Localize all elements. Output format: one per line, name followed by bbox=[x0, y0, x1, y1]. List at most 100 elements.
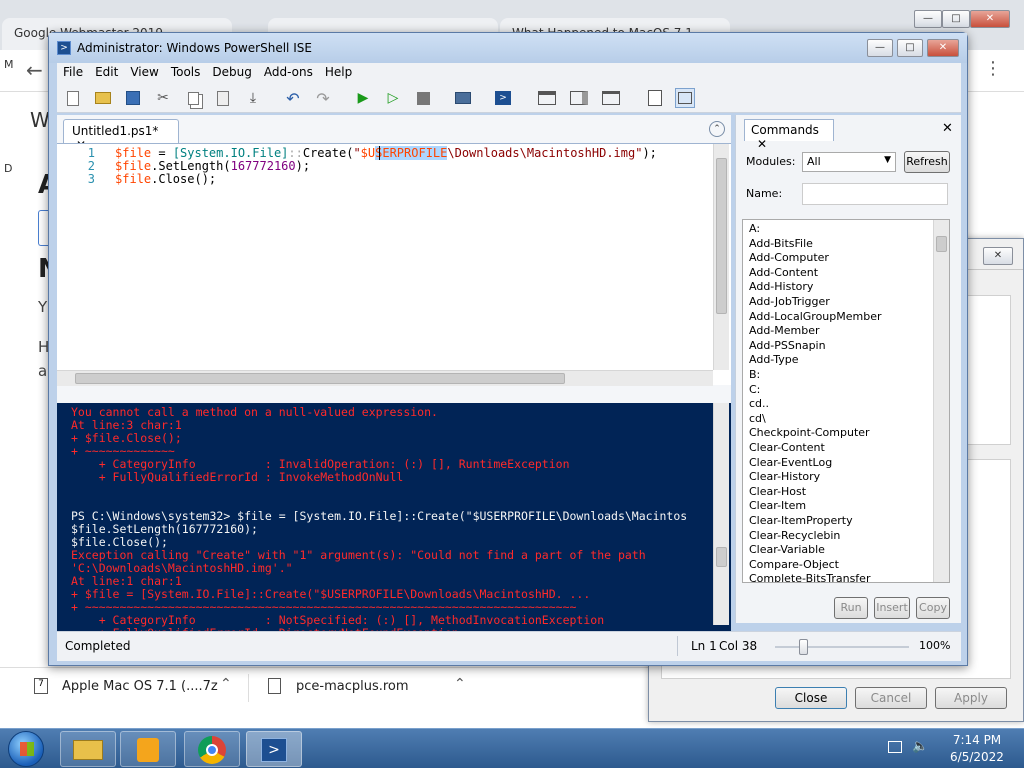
minimize-button[interactable]: — bbox=[867, 39, 893, 57]
menu-file[interactable]: File bbox=[57, 63, 89, 81]
taskbar-powershell-ise[interactable]: > bbox=[246, 731, 302, 767]
command-list-item[interactable]: Clear-EventLog bbox=[749, 456, 832, 469]
command-list-item[interactable]: Clear-Variable bbox=[749, 543, 825, 556]
console-vertical-scrollbar[interactable] bbox=[713, 403, 729, 625]
code-line[interactable]: $file = [System.IO.File]::Create("$USERP… bbox=[115, 146, 657, 160]
command-list-item[interactable]: Clear-Host bbox=[749, 485, 806, 498]
chevron-up-icon[interactable]: ⌃ bbox=[454, 676, 466, 692]
taskbar-explorer[interactable] bbox=[60, 731, 116, 767]
apply-button[interactable]: Apply bbox=[935, 687, 1007, 709]
command-list-item[interactable]: Add-Type bbox=[749, 353, 799, 366]
command-list-item[interactable]: C: bbox=[749, 383, 760, 396]
name-search-input[interactable] bbox=[802, 183, 948, 205]
close-window-button[interactable]: ✕ bbox=[927, 39, 959, 57]
save-icon[interactable] bbox=[123, 88, 143, 108]
command-list-item[interactable]: A: bbox=[749, 222, 760, 235]
back-arrow-icon[interactable]: ← bbox=[26, 58, 43, 82]
clock-time[interactable]: 7:14 PM bbox=[944, 733, 1010, 747]
show-command-window-icon[interactable] bbox=[645, 88, 665, 108]
start-powershell-icon[interactable]: > bbox=[493, 88, 513, 108]
redo-icon[interactable]: ↷ bbox=[313, 88, 333, 108]
download-item-name[interactable]: pce-macplus.rom bbox=[296, 679, 409, 694]
scroll-thumb[interactable] bbox=[936, 236, 947, 252]
cancel-button[interactable]: Cancel bbox=[855, 687, 927, 709]
command-list-item[interactable]: Clear-Item bbox=[749, 499, 806, 512]
menu-edit[interactable]: Edit bbox=[89, 63, 124, 81]
dialog-close-icon[interactable]: ✕ bbox=[983, 247, 1013, 265]
menu-add-ons[interactable]: Add-ons bbox=[258, 63, 319, 81]
command-list-item[interactable]: Add-PSSnapin bbox=[749, 339, 826, 352]
show-script-pane-maximized-icon[interactable] bbox=[601, 88, 621, 108]
scroll-thumb[interactable] bbox=[716, 158, 727, 314]
modules-dropdown[interactable]: All ▼ bbox=[802, 152, 896, 172]
clock-date[interactable]: 6/5/2022 bbox=[944, 750, 1010, 764]
command-list-item[interactable]: Clear-Recyclebin bbox=[749, 529, 840, 542]
show-script-pane-top-icon[interactable] bbox=[537, 88, 557, 108]
close-button[interactable]: Close bbox=[775, 687, 847, 709]
command-list-item[interactable]: Add-LocalGroupMember bbox=[749, 310, 882, 323]
run-script-icon[interactable]: ▶ bbox=[353, 88, 373, 108]
zoom-slider-handle[interactable] bbox=[799, 639, 808, 655]
network-icon[interactable] bbox=[888, 741, 902, 753]
command-list-item[interactable]: Clear-Content bbox=[749, 441, 825, 454]
start-button[interactable] bbox=[8, 731, 44, 767]
chevron-up-icon[interactable]: ⌃ bbox=[220, 676, 232, 692]
command-list-item[interactable]: Add-Computer bbox=[749, 251, 829, 264]
command-list-item[interactable]: cd\ bbox=[749, 412, 766, 425]
scroll-thumb[interactable] bbox=[75, 373, 565, 384]
maximize-button[interactable]: □ bbox=[897, 39, 923, 57]
paste-icon[interactable] bbox=[213, 88, 233, 108]
download-item-name[interactable]: Apple Mac OS 7.1 (....7z bbox=[62, 679, 218, 694]
browser-close-button[interactable]: ✕ bbox=[970, 10, 1010, 28]
copy-icon[interactable] bbox=[183, 88, 203, 108]
tab-untitled1[interactable]: Untitled1.ps1* ✕ bbox=[63, 119, 179, 152]
undo-icon[interactable]: ↶ bbox=[283, 88, 303, 108]
menu-view[interactable]: View bbox=[124, 63, 164, 81]
collapse-script-pane-icon[interactable]: ⌃ bbox=[709, 121, 725, 137]
show-command-addon-icon[interactable] bbox=[675, 88, 695, 108]
command-list-item[interactable]: Clear-ItemProperty bbox=[749, 514, 853, 527]
menu-tools[interactable]: Tools bbox=[165, 63, 207, 81]
code-line[interactable]: $file.Close(); bbox=[115, 172, 216, 186]
command-list-item[interactable]: Add-BitsFile bbox=[749, 237, 813, 250]
script-editor[interactable]: 1 $file = [System.IO.File]::Create("$USE… bbox=[57, 143, 731, 386]
command-list-item[interactable]: B: bbox=[749, 368, 760, 381]
commands-list[interactable]: A: Add-BitsFile Add-Computer Add-Content Add… bbox=[742, 219, 950, 583]
cut-icon[interactable]: ✂ bbox=[153, 88, 173, 108]
browser-minimize-button[interactable]: — bbox=[914, 10, 942, 28]
open-folder-icon[interactable] bbox=[93, 88, 113, 108]
run-selection-icon[interactable]: ▷ bbox=[383, 88, 403, 108]
refresh-button[interactable]: Refresh bbox=[904, 151, 950, 173]
volume-icon[interactable]: 🔈 bbox=[912, 739, 928, 754]
menu-help[interactable]: Help bbox=[319, 63, 358, 81]
zoom-slider[interactable] bbox=[775, 639, 909, 655]
editor-horizontal-scrollbar[interactable] bbox=[57, 370, 713, 386]
copy-button[interactable]: Copy bbox=[916, 597, 950, 619]
browser-maximize-button[interactable]: □ bbox=[942, 10, 970, 28]
taskbar-media-player[interactable] bbox=[120, 731, 176, 767]
command-list-item[interactable]: Clear-History bbox=[749, 470, 820, 483]
commands-list-scrollbar[interactable] bbox=[933, 220, 949, 582]
console-pane[interactable]: You cannot call a method on a null-value… bbox=[57, 403, 731, 641]
taskbar-chrome[interactable] bbox=[184, 731, 240, 767]
scroll-thumb[interactable] bbox=[716, 547, 727, 567]
new-remote-tab-icon[interactable] bbox=[453, 88, 473, 108]
close-pane-icon[interactable]: ✕ bbox=[942, 121, 953, 136]
command-list-item[interactable]: Complete-BitsTransfer bbox=[749, 572, 870, 582]
run-button[interactable]: Run bbox=[834, 597, 868, 619]
stop-icon[interactable] bbox=[413, 88, 433, 108]
menu-debug[interactable]: Debug bbox=[206, 63, 257, 81]
tab-commands[interactable]: Commands ✕ bbox=[744, 119, 834, 151]
command-list-item[interactable]: cd.. bbox=[749, 397, 769, 410]
show-script-pane-right-icon[interactable] bbox=[569, 88, 589, 108]
editor-vertical-scrollbar[interactable] bbox=[713, 144, 729, 370]
close-tab-icon[interactable]: ✕ bbox=[757, 137, 767, 151]
command-list-item[interactable]: Add-JobTrigger bbox=[749, 295, 830, 308]
clear-console-icon[interactable]: ⤓ bbox=[243, 88, 263, 108]
command-list-item[interactable]: Compare-Object bbox=[749, 558, 839, 571]
command-list-item[interactable]: Checkpoint-Computer bbox=[749, 426, 870, 439]
command-list-item[interactable]: Add-History bbox=[749, 280, 813, 293]
code-line[interactable]: $file.SetLength(167772160); bbox=[115, 159, 310, 173]
new-file-icon[interactable] bbox=[63, 88, 83, 108]
browser-menu-icon[interactable]: ⋮ bbox=[984, 58, 1002, 79]
